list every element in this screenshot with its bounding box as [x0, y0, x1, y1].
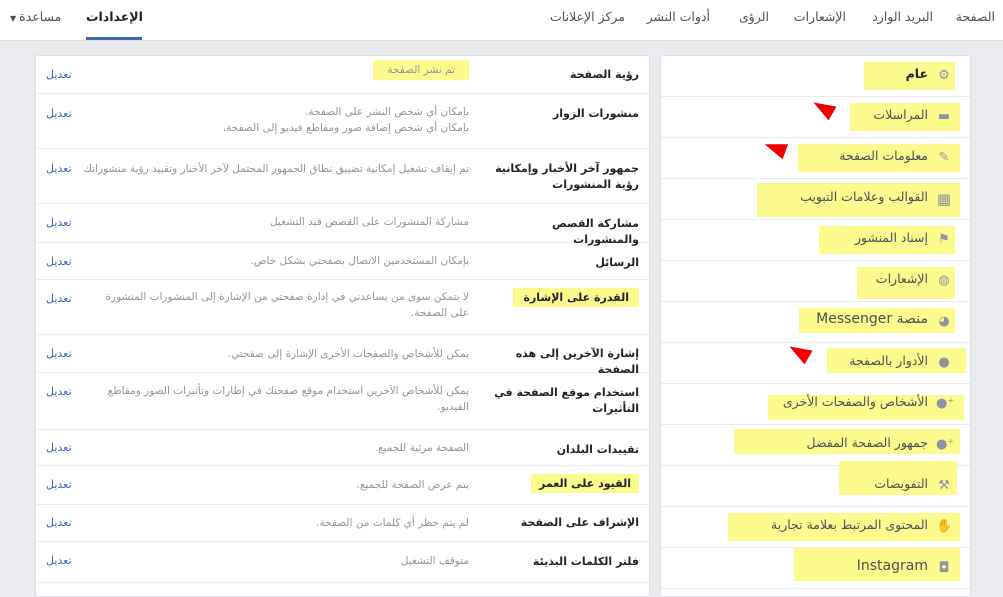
settings-row-tagging-ability: تعديل لا يتمكن سوى من يساعدني في إدارة ص…	[36, 280, 649, 335]
settings-row-country-restrictions: تعديل الصفحة مرئية للجميع. تقييدات البلد…	[36, 430, 649, 466]
setting-value-line: بإمكان أي شخص النشر على الصفحة.	[305, 106, 469, 118]
settings-row-page-visibility: تعديل تم نشر الصفحة رؤية الصفحة	[36, 56, 649, 94]
sidebar-item-branded-content[interactable]: ✋ المحتوى المرتبط بعلامة تجارية	[661, 507, 970, 548]
setting-value: لم يتم حظر أي كلمات من الصفحة.	[316, 517, 469, 529]
edit-link[interactable]: تعديل	[46, 554, 72, 567]
sidebar-item-label: معلومات الصفحة	[839, 148, 928, 163]
setting-name: القيود على العمر	[531, 474, 639, 493]
person-icon: ●	[938, 355, 950, 370]
edit-link[interactable]: تعديل	[46, 478, 72, 491]
setting-name: الرسائل	[595, 256, 639, 269]
setting-value: يمكن للأشخاص والصفحات الأخرى الإشارة إلى…	[227, 348, 469, 360]
tab-inbox[interactable]: البريد الوارد	[872, 0, 933, 38]
setting-value: لا يتمكن سوى من يساعدني في إدارة صفحتي م…	[105, 291, 469, 319]
settings-sidebar: ⚙ عام ▬ المراسلات ✎ معلومات الصفحة ▦ الق…	[660, 55, 971, 597]
gear-icon: ⚙	[938, 68, 950, 83]
messages-icon: ▬	[937, 109, 951, 124]
sidebar-item-label: Instagram	[856, 558, 928, 574]
sidebar-item-people-other-pages[interactable]: ●⁺ الأشخاص والصفحات الأخرى	[661, 384, 970, 425]
chevron-down-icon: ▼	[10, 14, 17, 23]
settings-row-age-restrictions: تعديل يتم عرض الصفحة للجميع. القيود على …	[36, 466, 649, 505]
settings-row-messages: تعديل بإمكان المستخدمين الاتصال بصفحتي ب…	[36, 243, 649, 280]
setting-value: يتم عرض الصفحة للجميع.	[356, 479, 469, 491]
setting-value: بإمكان أي شخص النشر على الصفحة. بإمكان أ…	[69, 104, 469, 136]
wrench-icon: ⚒	[938, 478, 950, 493]
settings-row-page-moderation: تعديل لم يتم حظر أي كلمات من الصفحة. الإ…	[36, 505, 649, 542]
edit-link[interactable]: تعديل	[46, 441, 72, 454]
sidebar-item-label: التفويضات	[874, 476, 928, 491]
sidebar-item-label: القوالب وعلامات التبويب	[800, 189, 928, 204]
tab-insights[interactable]: الرؤى	[739, 0, 769, 38]
setting-value: تم إيقاف تشغيل إمكانية تضييق نطاق الجمهو…	[83, 163, 469, 175]
top-navigation-bar: الصفحة البريد الوارد الإشعارات الرؤى أدو…	[0, 0, 1003, 41]
edit-link[interactable]: تعديل	[46, 385, 72, 398]
tab-settings[interactable]: الإعدادات	[86, 0, 143, 40]
sidebar-item-messenger-platform[interactable]: ◕ منصة Messenger	[661, 302, 970, 343]
setting-name: القدرة على الإشارة	[513, 288, 639, 307]
settings-row-location-effects: تعديل يمكن للأشخاص الآخرين استخدام موقع …	[36, 373, 649, 430]
settings-row-profanity-filter: تعديل متوقف التشغيل فلتر الكلمات البذيئة	[36, 542, 649, 583]
setting-name: تقييدات البلدان	[556, 443, 639, 456]
tab-notifications[interactable]: الإشعارات	[794, 0, 846, 38]
setting-value: مشاركة المنشورات على القصص قيد التشغيل	[269, 216, 469, 228]
help-label: مساعدة	[19, 9, 62, 24]
setting-value: يمكن للأشخاص الآخرين استخدام موقع صفحتك …	[107, 385, 469, 413]
settings-row-news-feed-audience: تعديل تم إيقاف تشغيل إمكانية تضييق نطاق …	[36, 149, 649, 204]
edit-link[interactable]: تعديل	[46, 292, 72, 305]
sidebar-item-notifications[interactable]: ◍ الإشعارات	[661, 261, 970, 302]
sidebar-item-label: المراسلات	[873, 107, 928, 122]
tab-publishing-tools[interactable]: أدوات النشر	[647, 0, 710, 38]
sidebar-item-label: منصة Messenger	[816, 311, 928, 327]
instagram-icon: ◘	[938, 560, 950, 576]
setting-value: متوقف التشغيل	[400, 555, 469, 567]
setting-value-line: بإمكان أي شخص إضافة صور ومقاطع فيديو إلى…	[222, 122, 469, 134]
edit-link[interactable]: تعديل	[46, 347, 72, 360]
setting-value: بإمكان المستخدمين الاتصال بصفحتي بشكل خا…	[250, 255, 469, 267]
setting-value: تم نشر الصفحة	[373, 60, 469, 80]
sidebar-item-page-roles[interactable]: ● الأدوار بالصفحة	[661, 343, 970, 384]
sidebar-item-label: إسناد المنشور	[855, 230, 928, 245]
settings-content: تعديل تم نشر الصفحة رؤية الصفحة تعديل بإ…	[35, 55, 650, 597]
sidebar-item-post-attribution[interactable]: ⚑ إسناد المنشور	[661, 220, 970, 261]
edit-link[interactable]: تعديل	[46, 255, 72, 268]
sidebar-item-page-info[interactable]: ✎ معلومات الصفحة	[661, 138, 970, 179]
setting-value: الصفحة مرئية للجميع.	[374, 442, 469, 454]
messenger-icon: ◕	[938, 314, 950, 329]
setting-name: استخدام موقع الصفحة في التأثيرات	[494, 386, 639, 415]
settings-row-story-sharing: تعديل مشاركة المنشورات على القصص قيد الت…	[36, 204, 649, 246]
flag-icon: ⚑	[938, 232, 950, 247]
tab-ad-center[interactable]: مركز الإعلانات	[550, 0, 625, 38]
sidebar-item-instagram[interactable]: ◘ Instagram	[661, 548, 970, 589]
globe-icon: ◍	[938, 273, 950, 288]
edit-link[interactable]: تعديل	[46, 216, 72, 229]
setting-name: منشورات الزوار	[552, 107, 639, 120]
settings-row-visitor-posts: تعديل بإمكان أي شخص النشر على الصفحة. بإ…	[36, 94, 649, 149]
settings-row-others-tagging: تعديل يمكن للأشخاص والصفحات الأخرى الإشا…	[36, 335, 649, 376]
setting-name: جمهور آخر الأخبار وإمكانية رؤية المنشورا…	[495, 162, 639, 191]
edit-link[interactable]: تعديل	[46, 68, 72, 81]
sidebar-item-label: الأشخاص والصفحات الأخرى	[782, 394, 928, 409]
setting-name: الإشراف على الصفحة	[520, 516, 639, 529]
sidebar-item-general[interactable]: ⚙ عام	[661, 56, 970, 97]
pencil-icon: ✎	[938, 150, 950, 165]
edit-link[interactable]: تعديل	[46, 516, 72, 529]
edit-link[interactable]: تعديل	[46, 162, 72, 175]
sidebar-item-label: الإشعارات	[875, 271, 928, 286]
sidebar-item-label: جمهور الصفحة المفضل	[806, 435, 928, 450]
people-icon: ●⁺	[936, 396, 955, 411]
setting-name: رؤية الصفحة	[569, 68, 639, 81]
sidebar-item-label: الأدوار بالصفحة	[849, 353, 928, 368]
sidebar-item-authorizations[interactable]: ⚒ التفويضات	[661, 461, 970, 507]
sidebar-item-label: المحتوى المرتبط بعلامة تجارية	[771, 517, 928, 532]
help-menu[interactable]: ▼ مساعدة	[10, 0, 61, 38]
sidebar-item-label: عام	[905, 66, 928, 81]
sidebar-item-templates-tabs[interactable]: ▦ القوالب وعلامات التبويب	[661, 179, 970, 220]
tab-page[interactable]: الصفحة	[956, 0, 995, 38]
grid-icon: ▦	[936, 190, 952, 208]
edit-link[interactable]: تعديل	[46, 107, 72, 120]
audience-icon: ●⁺	[936, 437, 955, 452]
sidebar-item-preferred-audience[interactable]: ●⁺ جمهور الصفحة المفضل	[661, 425, 970, 466]
handshake-icon: ✋	[936, 519, 953, 534]
setting-name: فلتر الكلمات البذيئة	[532, 555, 639, 568]
